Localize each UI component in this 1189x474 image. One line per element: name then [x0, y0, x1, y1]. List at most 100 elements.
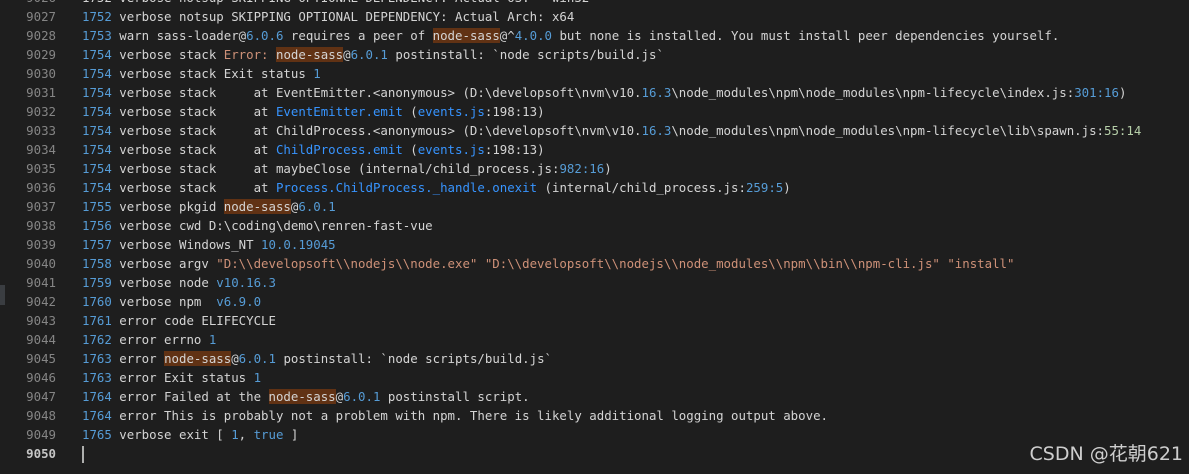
code-token: "D:\\developsoft\\nodejs\\node.exe" "D:\… [216, 256, 1015, 271]
line-number: 9040 [26, 256, 56, 271]
code-token: 6.0.1 [238, 351, 276, 366]
code-token: 1754 [82, 180, 112, 195]
line-content: 1764 error This is probably not a proble… [56, 406, 828, 425]
code-token: verbose stack at [111, 180, 276, 195]
line-content: 1757 verbose Windows_NT 10.0.19045 [56, 235, 336, 254]
code-token: events.js [417, 142, 485, 157]
code-token: 6.0.1 [350, 47, 388, 62]
code-token: @ [343, 47, 351, 62]
code-line[interactable]: 9032 1754 verbose stack at EventEmitter.e… [0, 102, 1189, 121]
code-line[interactable]: 9045 1763 error node-sass@6.0.1 postinsta… [0, 349, 1189, 368]
code-token: verbose stack at EventEmitter.<anonymous… [111, 85, 642, 100]
line-number: 9028 [26, 28, 56, 43]
line-content: 1761 error code ELIFECYCLE [56, 311, 276, 330]
line-content: 1754 verbose stack at EventEmitter.<anon… [56, 83, 1126, 102]
code-line[interactable]: 9026 1752 verbose notsup SKIPPING OPTIONA… [0, 0, 1189, 7]
code-token: Process.ChildProcess._handle.onexit [275, 180, 538, 195]
code-line[interactable]: 9031 1754 verbose stack at EventEmitter.<… [0, 83, 1189, 102]
code-token: error Failed at the [111, 389, 269, 404]
code-line[interactable]: 9034 1754 verbose stack at ChildProcess.e… [0, 140, 1189, 159]
code-token: :198:13) [484, 104, 545, 119]
code-line[interactable]: 9047 1764 error Failed at the node-sass@6… [0, 387, 1189, 406]
code-line[interactable]: 9030 1754 verbose stack Exit status 1 [0, 64, 1189, 83]
search-highlight: node-sass [268, 389, 336, 404]
code-token: 1754 [82, 161, 112, 176]
line-number: 9027 [26, 9, 56, 24]
code-token: \node_modules\npm\node_modules\npm-lifec… [671, 123, 1105, 138]
code-token: ChildProcess.emit [275, 142, 403, 157]
code-line[interactable]: 9037 1755 verbose pkgid node-sass@6.0.1 [0, 197, 1189, 216]
code-line[interactable]: 9041 1759 verbose node v10.16.3 [0, 273, 1189, 292]
code-line[interactable]: 9048 1764 error This is probably not a pr… [0, 406, 1189, 425]
line-content: 1754 verbose stack at ChildProcess.<anon… [56, 121, 1141, 140]
code-line[interactable]: 9050 [0, 444, 1189, 463]
line-number: 9038 [26, 218, 56, 233]
line-content: 1763 error node-sass@6.0.1 postinstall: … [56, 349, 552, 368]
code-line[interactable]: 9044 1762 error errno 1 [0, 330, 1189, 349]
code-token: but none is installed. You must install … [552, 28, 1060, 43]
code-line[interactable]: 9027 1752 verbose notsup SKIPPING OPTIONA… [0, 7, 1189, 26]
code-token: 6.0.1 [298, 199, 336, 214]
line-content: 1756 verbose cwd D:\coding\demo\renren-f… [56, 216, 433, 235]
code-token: 1 [208, 332, 217, 347]
code-token: 1758 [82, 256, 112, 271]
search-highlight: node-sass [164, 351, 232, 366]
code-token: ( [402, 142, 418, 157]
code-token: verbose npm [111, 294, 217, 309]
code-line[interactable]: 9035 1754 verbose stack at maybeClose (in… [0, 159, 1189, 178]
line-content: 1754 verbose stack at maybeClose (intern… [56, 159, 612, 178]
line-number: 9047 [26, 389, 56, 404]
code-token: 1757 [82, 237, 112, 252]
code-token: @ [335, 389, 344, 404]
line-number: 9048 [26, 408, 56, 423]
line-number: 9045 [26, 351, 56, 366]
code-token: 1754 [82, 142, 112, 157]
log-editor[interactable]: 90261752 verbose notsup SKIPPING OPTIONA… [0, 0, 1189, 474]
code-token: verbose node [111, 275, 217, 290]
code-line[interactable]: 9038 1756 verbose cwd D:\coding\demo\renr… [0, 216, 1189, 235]
search-highlight: node-sass [275, 47, 344, 62]
line-content: 1758 verbose argv "D:\\developsoft\\node… [56, 254, 1014, 273]
code-token: 1753 [82, 28, 112, 43]
code-token: 1 [313, 66, 321, 81]
code-line[interactable]: 9039 1757 verbose Windows_NT 10.0.19045 [0, 235, 1189, 254]
code-token: error code ELIFECYCLE [111, 313, 276, 328]
code-line[interactable]: 9043 1761 error code ELIFECYCLE [0, 311, 1189, 330]
line-content: 1763 error Exit status 1 [56, 368, 261, 387]
code-token: 1763 [82, 351, 112, 366]
line-number: 9049 [26, 427, 56, 442]
code-line[interactable]: 9046 1763 error Exit status 1 [0, 368, 1189, 387]
text-cursor [82, 446, 84, 463]
code-token: verbose stack [111, 47, 224, 62]
code-line[interactable]: 9036 1754 verbose stack at Process.ChildP… [0, 178, 1189, 197]
code-token: verbose argv [111, 256, 217, 271]
code-token: error errno [111, 332, 209, 347]
code-token: 1754 [82, 47, 112, 62]
code-token: :198:13) [484, 142, 545, 157]
code-token: verbose notsup SKIPPING OPTIONAL DEPENDE… [111, 9, 575, 24]
line-content: 1754 verbose stack at ChildProcess.emit … [56, 140, 545, 159]
code-token: error Exit status [111, 370, 254, 385]
line-number: 9046 [26, 370, 56, 385]
line-number: 9035 [26, 161, 56, 176]
code-token: 6.0.1 [343, 389, 381, 404]
code-line[interactable]: 9028 1753 warn sass-loader@6.0.6 requires… [0, 26, 1189, 45]
line-number: 9050 [26, 446, 56, 461]
code-token: EventEmitter.emit [275, 104, 403, 119]
code-line[interactable]: 9042 1760 verbose npm v6.9.0 [0, 292, 1189, 311]
code-token: 1754 [82, 123, 112, 138]
line-content: 1764 error Failed at the node-sass@6.0.1… [56, 387, 530, 406]
code-token: true [253, 427, 284, 442]
line-content: 1762 error errno 1 [56, 330, 216, 349]
code-line[interactable]: 9040 1758 verbose argv "D:\\developsoft\\… [0, 254, 1189, 273]
code-token: events.js [417, 104, 485, 119]
code-line[interactable]: 9029 1754 verbose stack Error: node-sass@… [0, 45, 1189, 64]
code-token: 1762 [82, 332, 112, 347]
code-token: verbose Windows_NT [111, 237, 262, 252]
code-line[interactable]: 9049 1765 verbose exit [ 1, true ] [0, 425, 1189, 444]
code-token: ) [783, 180, 791, 195]
line-content: 1752 verbose notsup SKIPPING OPTIONAL DE… [56, 7, 574, 26]
code-token: 982:16 [559, 161, 605, 176]
search-highlight: node-sass [223, 199, 291, 214]
code-line[interactable]: 9033 1754 verbose stack at ChildProcess.<… [0, 121, 1189, 140]
